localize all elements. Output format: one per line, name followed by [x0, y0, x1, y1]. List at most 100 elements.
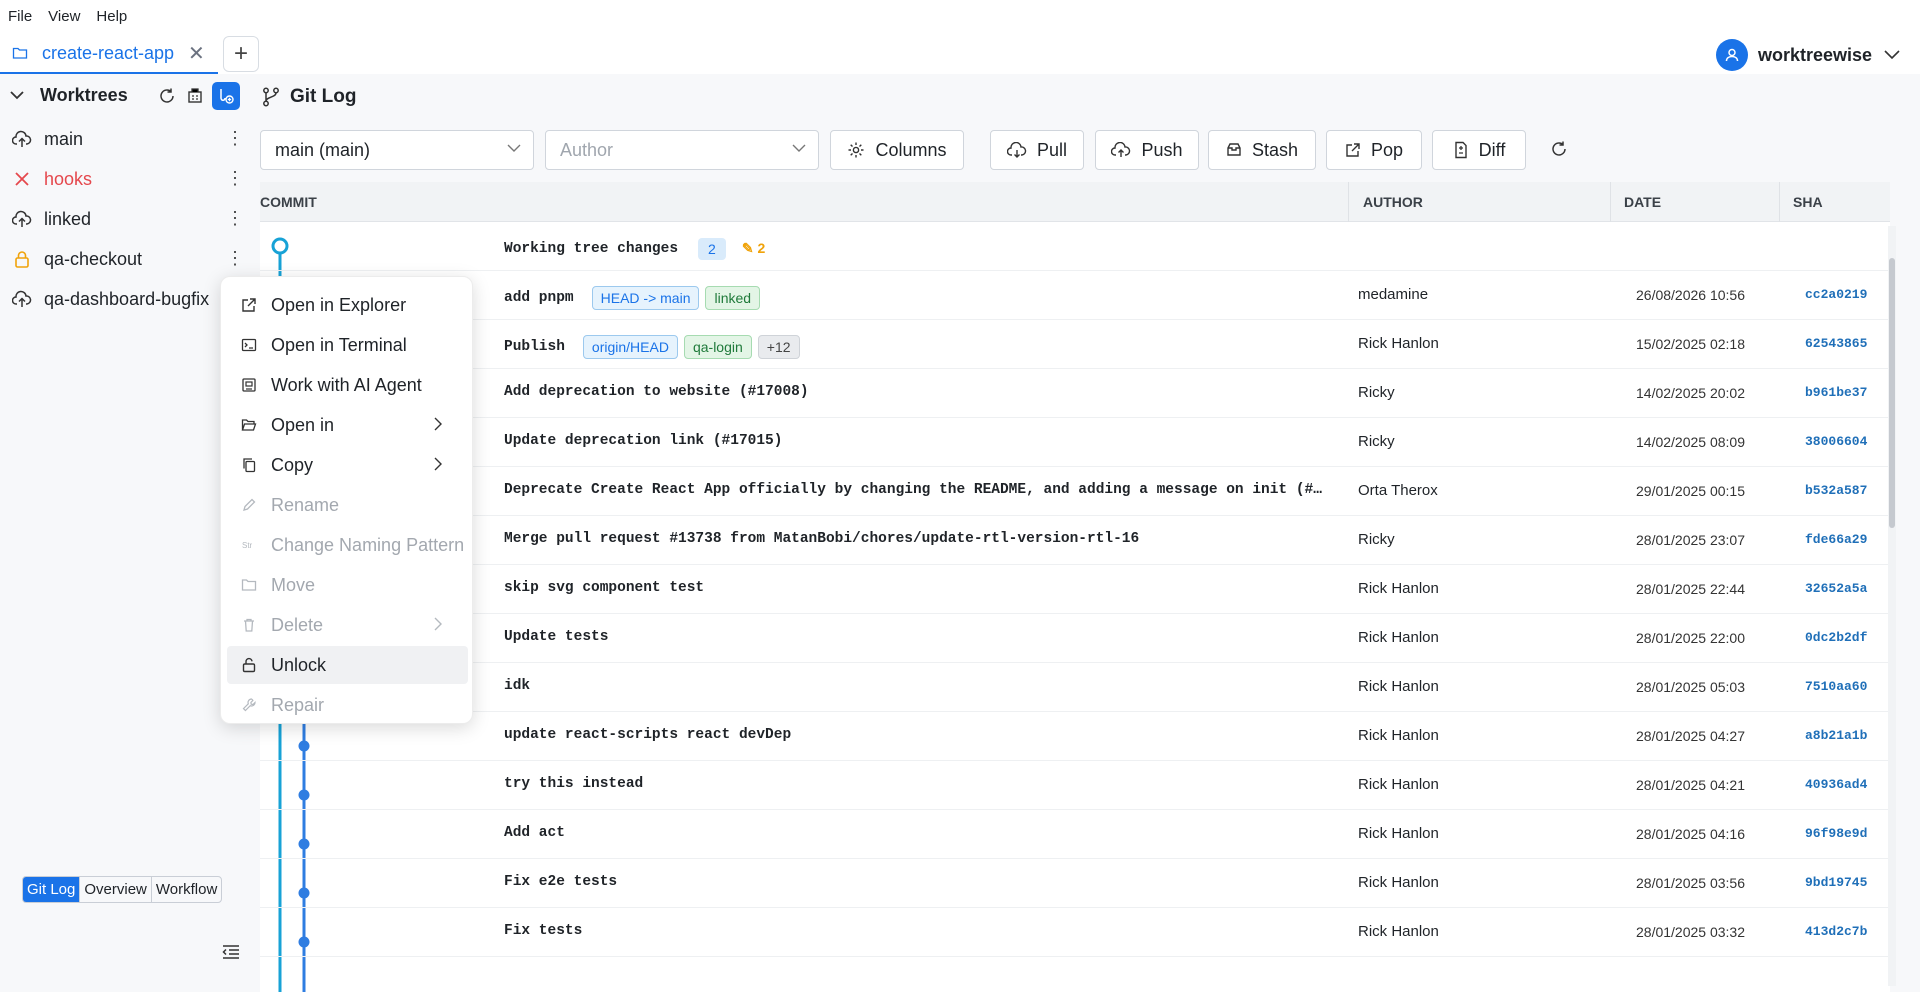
stash-button[interactable]: Stash: [1208, 130, 1316, 170]
menu-item-open-in-explorer[interactable]: Open in Explorer: [227, 286, 468, 324]
commit-sha[interactable]: 7510aa60: [1805, 679, 1867, 694]
menu-view[interactable]: View: [48, 8, 80, 25]
pop-button[interactable]: Pop: [1326, 130, 1422, 170]
branch-select[interactable]: main (main): [260, 130, 534, 170]
commit-sha[interactable]: 96f98e9d: [1805, 826, 1867, 841]
menu-item-unlock[interactable]: Unlock: [227, 646, 468, 684]
table-row[interactable]: Fix e2e tests Rick Hanlon 28/01/2025 03:56…: [260, 859, 1890, 908]
add-worktree-icon[interactable]: [212, 82, 240, 110]
lock-icon: [12, 249, 32, 269]
user-menu[interactable]: worktreewise: [1716, 38, 1900, 72]
menu-item-label: Open in Explorer: [271, 294, 407, 315]
more-vertical-icon[interactable]: ⋮: [226, 128, 244, 148]
header-commit[interactable]: COMMIT: [260, 194, 317, 210]
menu-help[interactable]: Help: [96, 8, 127, 25]
header-author[interactable]: AUTHOR: [1363, 194, 1423, 210]
menu-item-copy[interactable]: Copy: [227, 446, 468, 484]
column-divider[interactable]: [1779, 182, 1780, 222]
commit-sha[interactable]: 0dc2b2df: [1805, 630, 1867, 645]
menu-item-open-in[interactable]: Open in: [227, 406, 468, 444]
scrollbar[interactable]: [1888, 226, 1896, 986]
table-row[interactable]: Deprecate Create React App officially by…: [260, 467, 1890, 516]
menu-item-work-with-ai-agent[interactable]: Work with AI Agent: [227, 366, 468, 404]
refresh-icon[interactable]: [156, 85, 178, 107]
table-row[interactable]: Merge pull request #13738 from MatanBobi…: [260, 516, 1890, 565]
menu-item-repair[interactable]: Repair: [227, 686, 468, 724]
pull-button[interactable]: Pull: [990, 130, 1084, 170]
columns-button[interactable]: Columns: [830, 130, 964, 170]
worktree-qa-dashboard-bugfix[interactable]: qa-dashboard-bugfix: [0, 282, 250, 316]
page-title-text: Git Log: [290, 86, 357, 107]
table-row[interactable]: Fix tests Rick Hanlon 28/01/2025 03:32 413d…: [260, 908, 1890, 957]
commit-sha[interactable]: fde66a29: [1805, 532, 1867, 547]
commit-sha[interactable]: 413d2c7b: [1805, 924, 1867, 939]
table-row[interactable]: skip svg component test Rick Hanlon 28/01/…: [260, 565, 1890, 614]
table-row[interactable]: update react-scripts react devDep Rick Ha…: [260, 712, 1890, 761]
menu-item-label: Work with AI Agent: [271, 374, 422, 395]
commit-sha[interactable]: 62543865: [1805, 336, 1867, 351]
scrollbar-thumb[interactable]: [1889, 258, 1895, 528]
table-row[interactable]: Update deprecation link (#17015) Ricky 14/…: [260, 418, 1890, 467]
changes-count-badge: 2: [698, 237, 726, 260]
more-vertical-icon[interactable]: ⋮: [226, 248, 244, 268]
close-icon[interactable]: ✕: [188, 44, 205, 64]
working-tree-row[interactable]: Working tree changes 2 ✎ 2: [260, 222, 1890, 271]
commit-sha[interactable]: a8b21a1b: [1805, 728, 1867, 743]
view-git-log[interactable]: Git Log: [23, 877, 81, 902]
more-vertical-icon[interactable]: ⋮: [226, 208, 244, 228]
column-divider[interactable]: [1348, 182, 1349, 222]
more-vertical-icon[interactable]: ⋮: [226, 168, 244, 188]
menu-item-open-in-terminal[interactable]: Open in Terminal: [227, 326, 468, 364]
commit-date: 28/01/2025 03:56: [1636, 875, 1745, 891]
worktree-hooks[interactable]: hooks ⋮: [0, 162, 250, 196]
author-select[interactable]: Author: [545, 130, 819, 170]
text-pattern-icon: Str: [242, 541, 253, 550]
collapse-sidebar-icon[interactable]: [222, 944, 240, 960]
column-divider[interactable]: [1610, 182, 1611, 222]
push-button[interactable]: Push: [1095, 130, 1199, 170]
worktree-qa-checkout[interactable]: qa-checkout ⋮: [0, 242, 250, 276]
chevron-right-icon: [434, 617, 442, 631]
commit-date: 14/02/2025 08:09: [1636, 434, 1745, 450]
stash-label: Stash: [1251, 139, 1299, 160]
table-row[interactable]: Add act Rick Hanlon 28/01/2025 04:16 96f98e…: [260, 810, 1890, 859]
table-row[interactable]: idk Rick Hanlon 28/01/2025 05:03 7510aa60: [260, 663, 1890, 712]
header-date[interactable]: DATE: [1624, 194, 1661, 210]
commit-date: 28/01/2025 05:03: [1636, 679, 1745, 695]
menu-item-move[interactable]: Move: [227, 566, 468, 604]
folder-open-icon: [241, 419, 257, 431]
commit-sha[interactable]: 32652a5a: [1805, 581, 1867, 596]
commit-sha[interactable]: 9bd19745: [1805, 875, 1867, 890]
menu-item-rename[interactable]: Rename: [227, 486, 468, 524]
view-workflow[interactable]: Workflow: [152, 877, 221, 902]
agent-icon: [242, 378, 256, 392]
diff-button[interactable]: Diff: [1432, 130, 1526, 170]
commit-message: Add deprecation to website (#17008): [504, 384, 809, 400]
commit-date: 28/01/2025 04:21: [1636, 777, 1745, 793]
worktree-main[interactable]: main ⋮: [0, 122, 250, 156]
commit-message: update react-scripts react devDep: [504, 727, 791, 743]
menu-item-change-naming-pattern[interactable]: Str Change Naming Pattern: [227, 526, 468, 564]
table-row[interactable]: Update tests Rick Hanlon 28/01/2025 22:00 0…: [260, 614, 1890, 663]
building-icon[interactable]: [184, 85, 206, 107]
view-overview[interactable]: Overview: [80, 877, 152, 902]
worktree-linked[interactable]: linked ⋮: [0, 202, 250, 236]
refresh-icon[interactable]: [1550, 140, 1568, 158]
commit-sha[interactable]: b961be37: [1805, 385, 1867, 400]
header-sha[interactable]: SHA: [1793, 194, 1823, 210]
commit-sha[interactable]: b532a587: [1805, 483, 1867, 498]
commit-sha[interactable]: 38006604: [1805, 434, 1867, 449]
table-row[interactable]: Add deprecation to website (#17008) Ricky…: [260, 369, 1890, 418]
commit-message: Update deprecation link (#17015): [504, 433, 782, 449]
tab-create-react-app[interactable]: create-react-app ✕: [0, 34, 218, 74]
author-placeholder: Author: [560, 139, 614, 160]
menu-file[interactable]: File: [8, 8, 32, 25]
table-row[interactable]: Publish origin/HEAD qa-login +12 Rick Hanlon…: [260, 320, 1890, 369]
table-row[interactable]: try this instead Rick Hanlon 28/01/2025 04…: [260, 761, 1890, 810]
new-tab-button[interactable]: +: [223, 36, 259, 72]
worktrees-actions: [156, 82, 246, 110]
commit-sha[interactable]: cc2a0219: [1805, 287, 1867, 302]
menu-item-delete[interactable]: Delete: [227, 606, 468, 644]
table-row[interactable]: add pnpm HEAD -> main linked medamine 26/08/…: [260, 271, 1890, 320]
commit-sha[interactable]: 40936ad4: [1805, 777, 1867, 792]
